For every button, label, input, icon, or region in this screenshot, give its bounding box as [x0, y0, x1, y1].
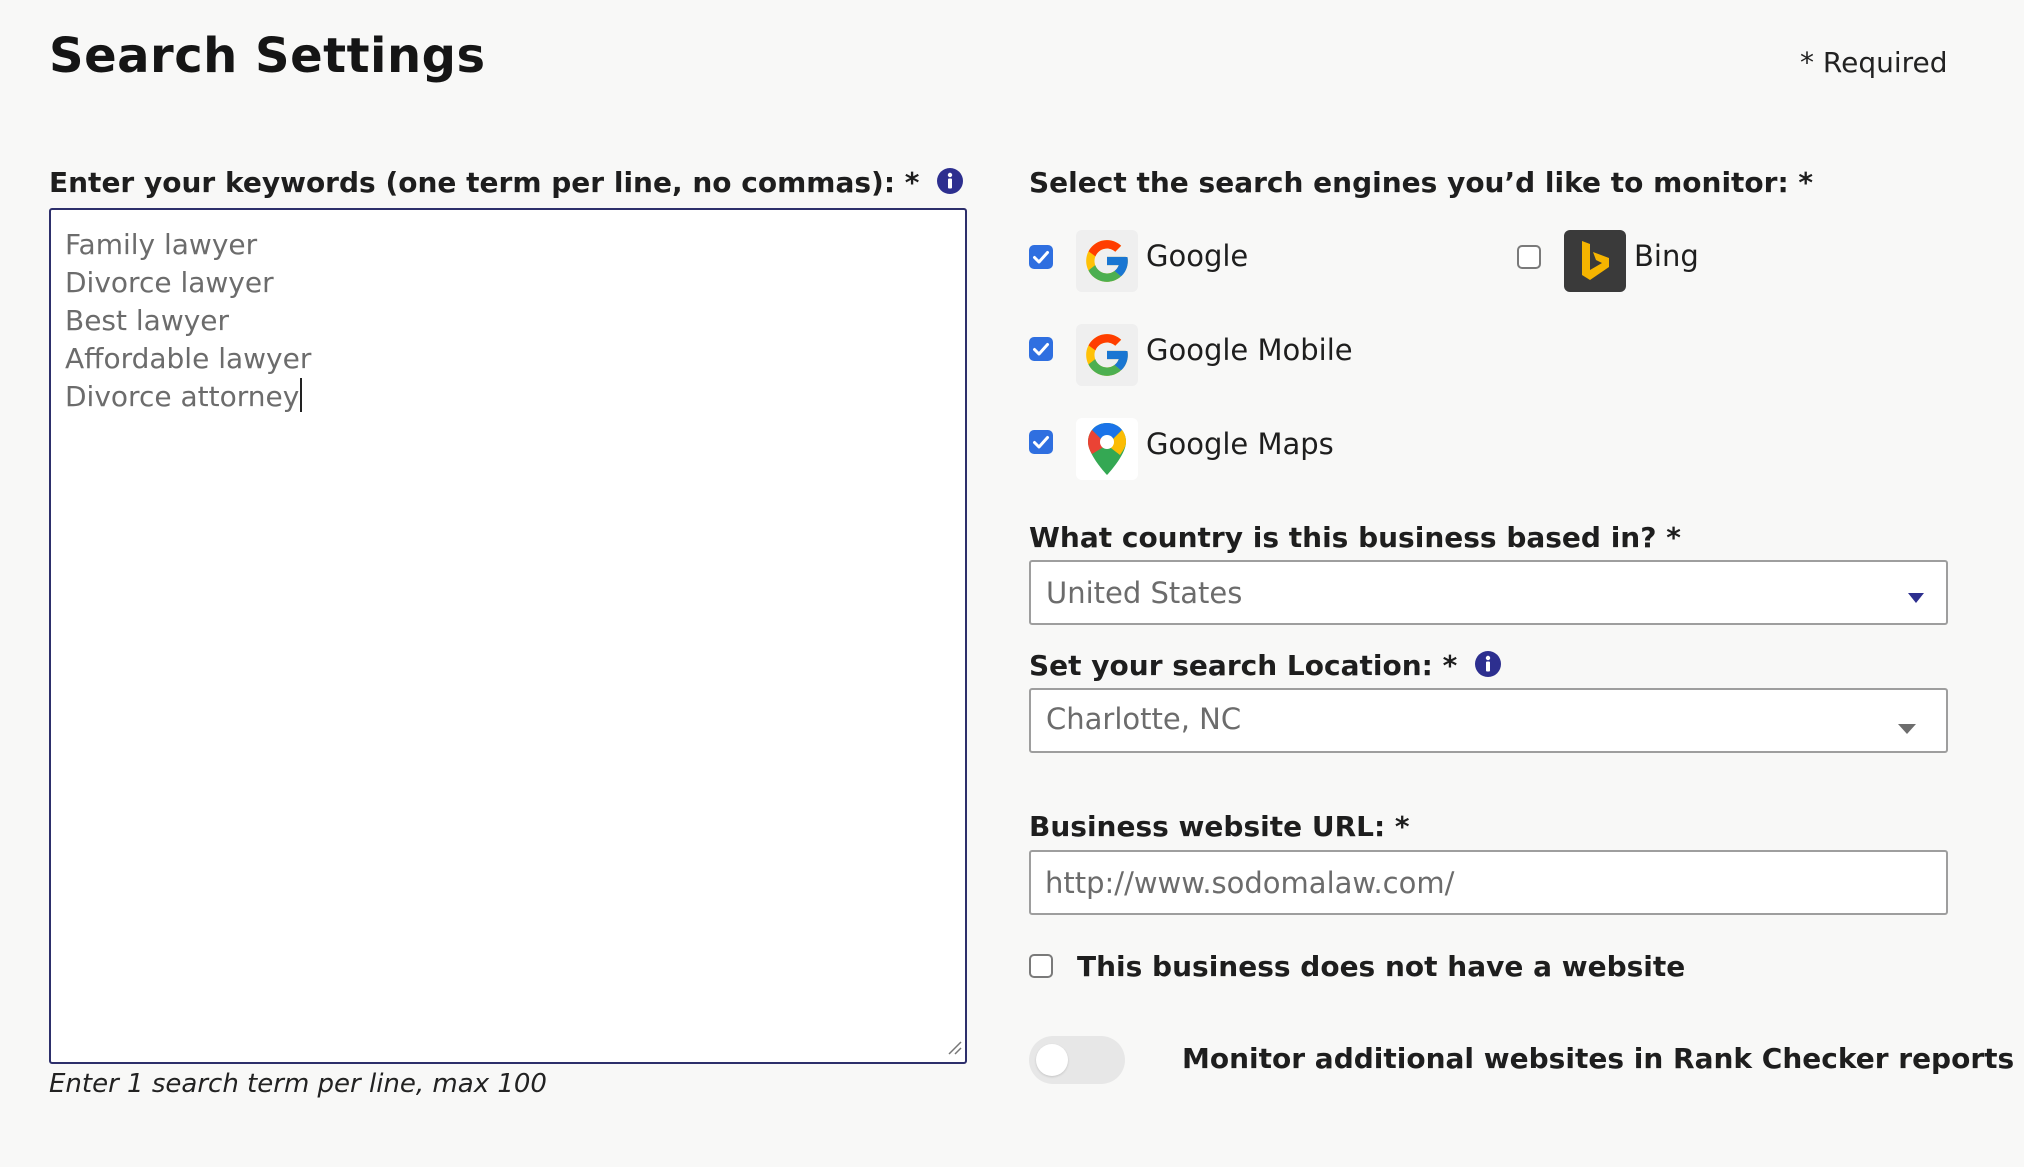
checkbox-checked[interactable]: [1029, 245, 1053, 269]
website-value: http://www.sodomalaw.com/: [1045, 866, 1455, 900]
info-icon[interactable]: [1474, 650, 1501, 684]
keyword-line-text: Divorce attorney: [65, 380, 300, 413]
info-icon[interactable]: [937, 167, 964, 201]
location-label-row: Set your search Location: *: [1029, 649, 1501, 684]
location-label: Set your search Location: *: [1029, 649, 1458, 682]
caret-down-icon: [1908, 588, 1924, 607]
monitor-additional-label: Monitor additional websites in Rank Chec…: [1182, 1042, 2015, 1075]
keyword-line-last: Divorce attorney: [65, 378, 951, 416]
resize-handle-icon[interactable]: [945, 1038, 963, 1060]
checkbox-unchecked[interactable]: [1517, 245, 1541, 269]
engines-label: Select the search engines you’d like to …: [1029, 166, 1814, 199]
google-mobile-checkbox[interactable]: [1029, 337, 1053, 361]
google-label: Google: [1146, 239, 1249, 273]
google-maps-label: Google Maps: [1146, 427, 1334, 461]
no-website-label: This business does not have a website: [1077, 950, 1686, 983]
keywords-label: Enter your keywords (one term per line, …: [49, 166, 920, 199]
google-mobile-logo-icon: [1076, 324, 1138, 386]
website-label: Business website URL: *: [1029, 810, 1410, 843]
no-website-checkbox[interactable]: [1029, 954, 1053, 978]
keywords-hint: Enter 1 search term per line, max 100: [49, 1069, 547, 1099]
caret-down-icon: [1898, 719, 1916, 738]
bing-logo-icon: [1564, 230, 1626, 292]
bing-label: Bing: [1634, 239, 1699, 273]
keyword-line: Affordable lawyer: [65, 342, 312, 375]
website-input[interactable]: http://www.sodomalaw.com/: [1029, 850, 1948, 915]
bing-checkbox[interactable]: [1517, 245, 1541, 269]
google-maps-logo-icon: [1076, 418, 1138, 480]
google-checkbox[interactable]: [1029, 245, 1053, 269]
text-caret: [300, 378, 303, 412]
page-title: Search Settings: [49, 28, 486, 84]
google-logo-icon: [1076, 230, 1138, 292]
keyword-line: Divorce lawyer: [65, 266, 274, 299]
keyword-line: Best lawyer: [65, 304, 230, 337]
location-value: Charlotte, NC: [1046, 702, 1242, 736]
keyword-line: Family lawyer: [65, 228, 258, 261]
required-note: * Required: [1800, 46, 1948, 79]
country-value: United States: [1046, 576, 1243, 610]
checkbox-unchecked[interactable]: [1029, 954, 1053, 978]
google-mobile-label: Google Mobile: [1146, 333, 1353, 367]
country-select[interactable]: United States: [1029, 560, 1948, 625]
location-select[interactable]: Charlotte, NC: [1029, 688, 1948, 753]
country-label: What country is this business based in? …: [1029, 521, 1681, 554]
checkbox-checked[interactable]: [1029, 337, 1053, 361]
google-maps-checkbox[interactable]: [1029, 430, 1053, 454]
monitor-additional-toggle[interactable]: [1029, 1036, 1125, 1084]
checkbox-checked[interactable]: [1029, 430, 1053, 454]
keywords-label-row: Enter your keywords (one term per line, …: [49, 166, 964, 201]
keywords-textarea[interactable]: Family lawyer Divorce lawyer Best lawyer…: [49, 208, 967, 1064]
toggle-knob: [1036, 1044, 1068, 1076]
